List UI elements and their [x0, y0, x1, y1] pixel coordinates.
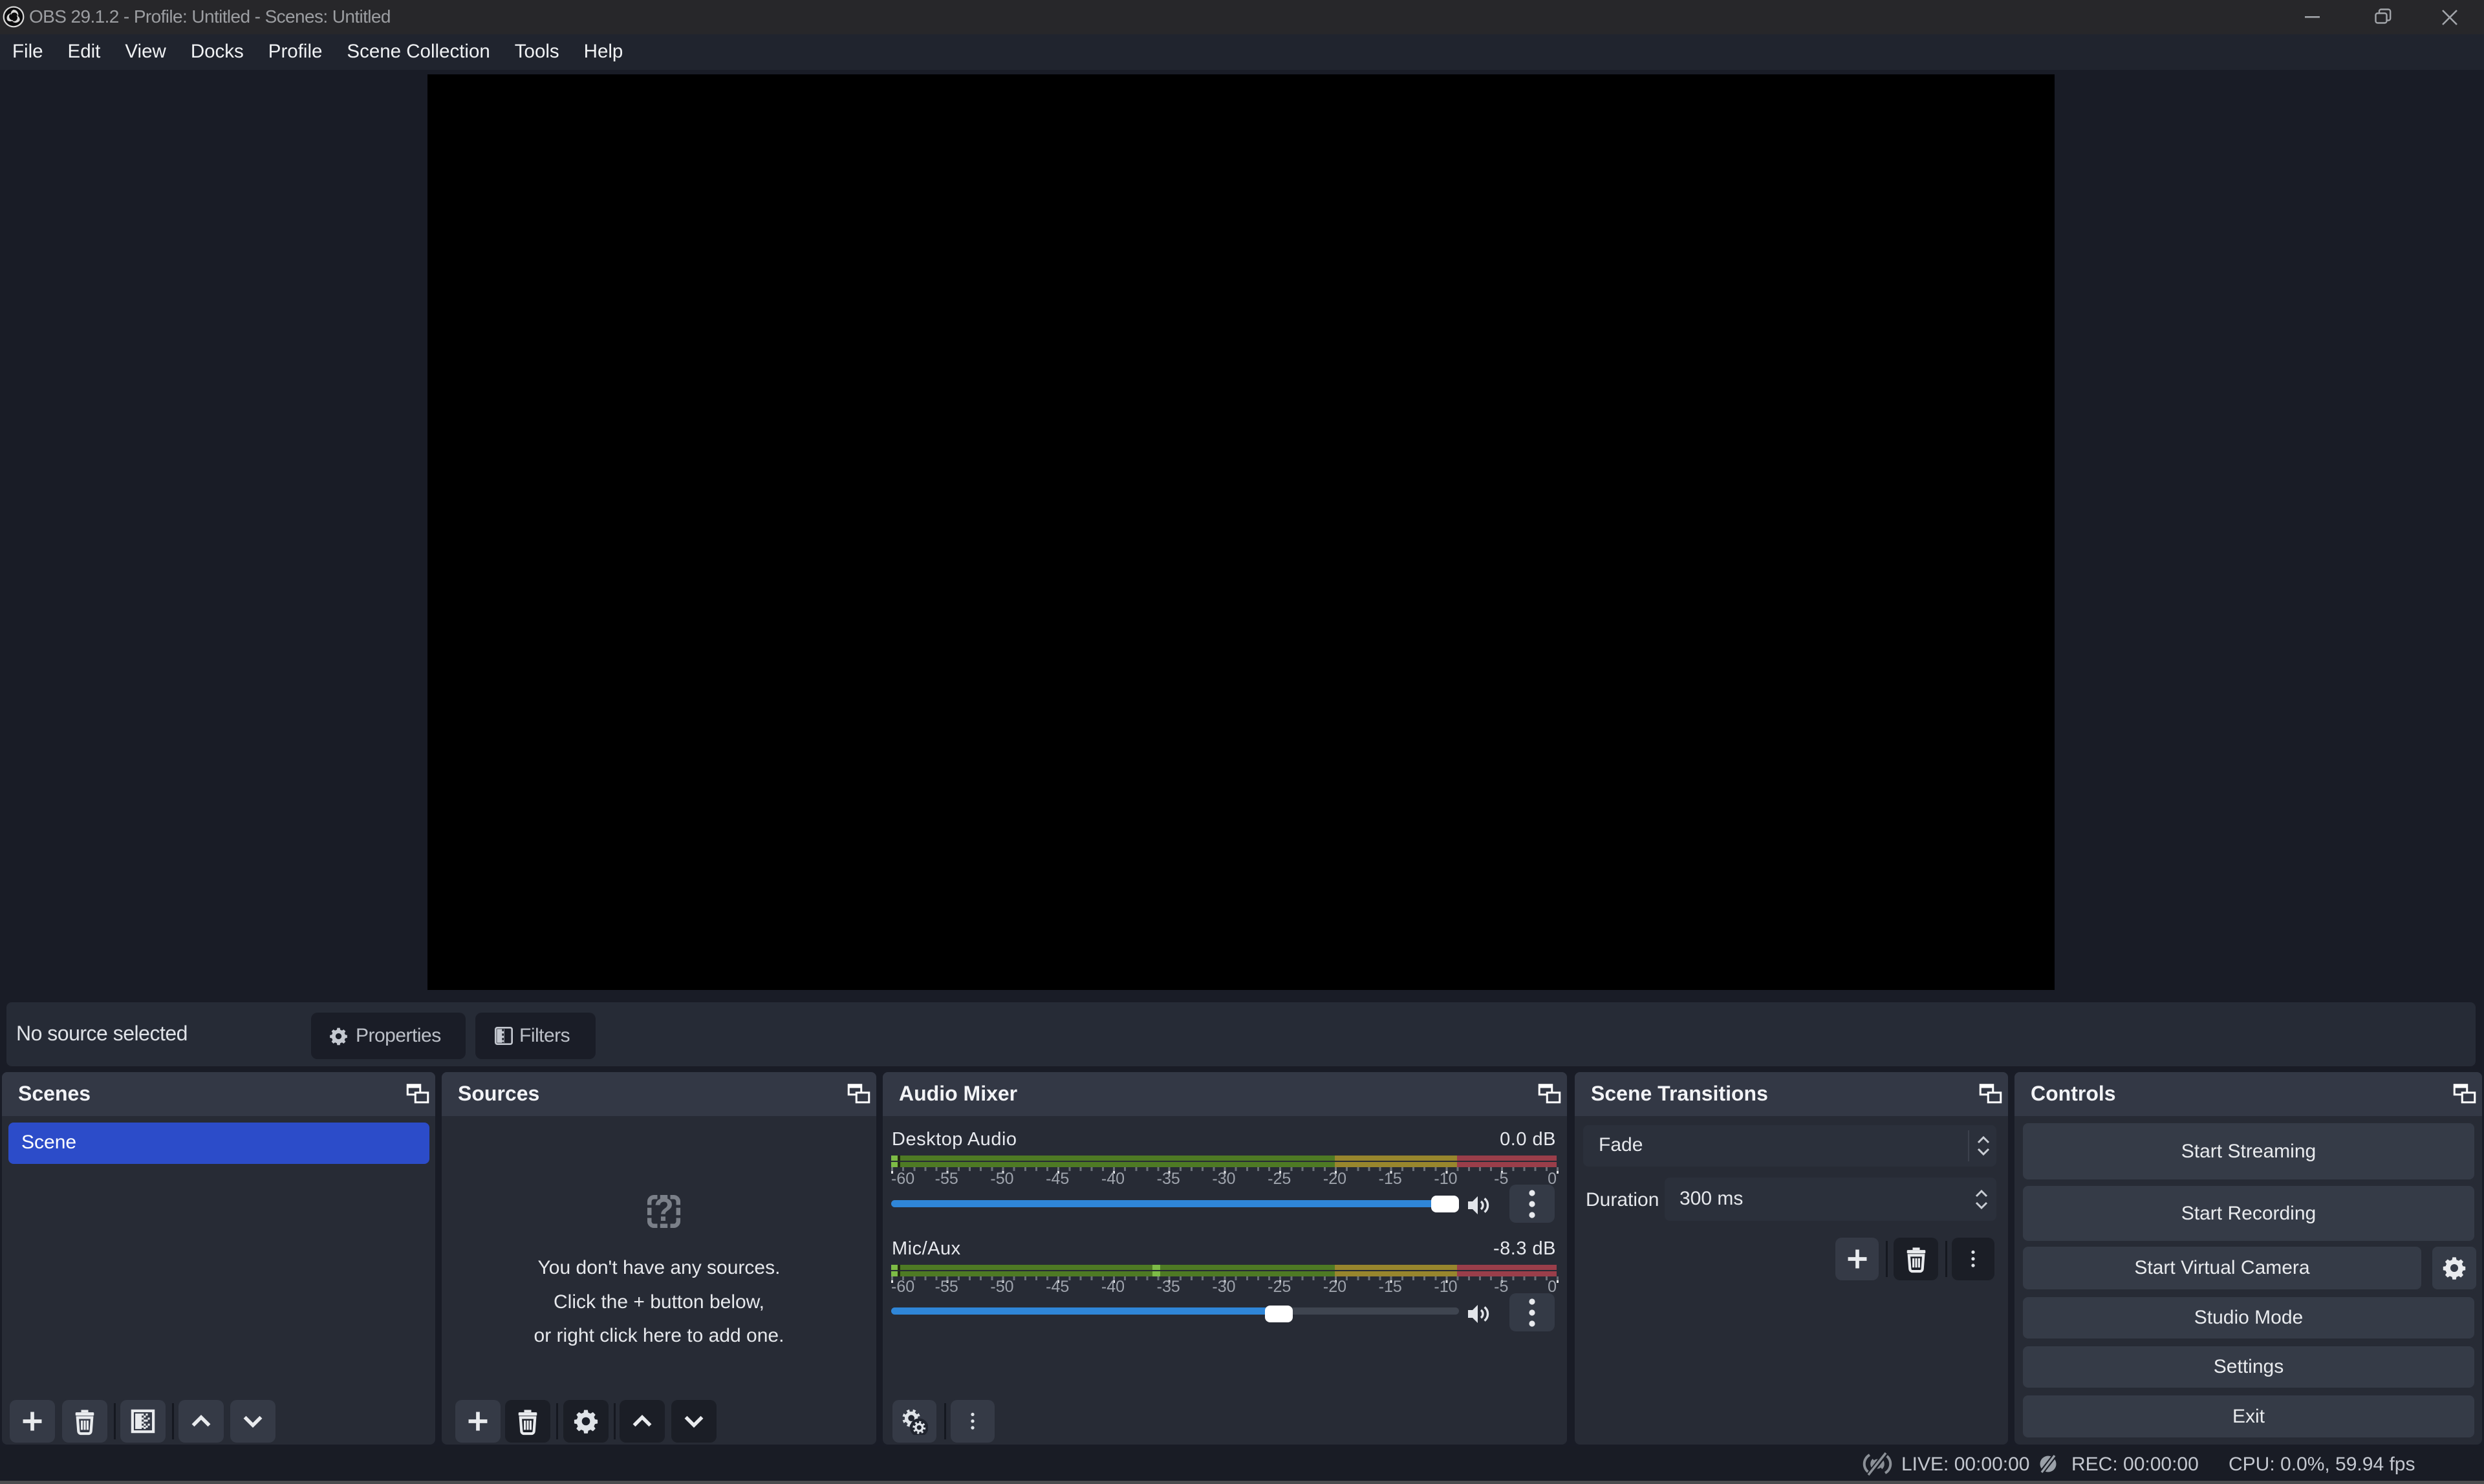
- svg-text:?: ?: [654, 1192, 674, 1228]
